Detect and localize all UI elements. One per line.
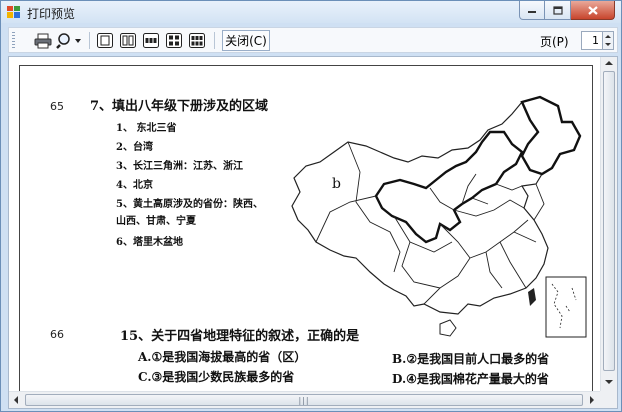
two-pages-button[interactable] <box>118 31 138 50</box>
four-pages-button[interactable] <box>164 31 184 50</box>
magnifier-icon <box>56 32 81 49</box>
zoom-button[interactable] <box>55 31 85 50</box>
horizontal-scrollbar[interactable]: ||| <box>9 391 601 408</box>
three-pages-icon <box>143 33 159 48</box>
maximize-icon <box>552 5 563 15</box>
minimize-icon <box>528 11 536 13</box>
two-pages-icon <box>120 33 136 48</box>
scroll-corner <box>600 391 617 408</box>
close-preview-button[interactable]: 关闭(C) <box>222 30 270 51</box>
list-item: 3、长江三角洲：江苏、浙江 <box>116 161 243 172</box>
page-spinner[interactable] <box>603 31 614 50</box>
page-label: 页(P) <box>540 35 569 49</box>
one-page-button[interactable] <box>95 31 115 50</box>
six-pages-icon <box>189 33 205 48</box>
toolbar-separator <box>214 32 215 49</box>
horizontal-scroll-thumb[interactable]: ||| <box>25 394 583 406</box>
minimize-button[interactable] <box>519 1 545 20</box>
title-bar[interactable]: 打印预览 <box>1 1 621 23</box>
print-preview-window: 打印预览 关闭(C) 页(P) 1 65 7、填出八年级下册涉及的区域 1、 东… <box>0 0 622 412</box>
option-a: A.①是我国海拔最高的省（区） <box>138 350 307 364</box>
scroll-left-icon[interactable] <box>14 396 18 404</box>
caption-buttons <box>519 1 615 20</box>
list-item: 6、塔里木盆地 <box>116 237 183 248</box>
vertical-scrollbar[interactable] <box>600 57 617 392</box>
preview-page: 65 7、填出八年级下册涉及的区域 1、 东北三省 2、台湾 3、长江三角洲：江… <box>19 65 593 395</box>
preview-area[interactable]: 65 7、填出八年级下册涉及的区域 1、 东北三省 2、台湾 3、长江三角洲：江… <box>8 56 618 409</box>
option-c: C.③是我国少数民族最多的省 <box>138 370 295 384</box>
three-pages-button[interactable] <box>141 31 161 50</box>
question-title: 7、填出八年级下册涉及的区域 <box>90 99 269 114</box>
print-button[interactable] <box>32 31 54 50</box>
map-label: b <box>332 176 341 192</box>
printer-icon <box>34 33 52 48</box>
spin-up-icon[interactable] <box>605 35 611 38</box>
window-title: 打印预览 <box>27 7 76 21</box>
six-pages-button[interactable] <box>187 31 207 50</box>
list-item: 5、黄土高原涉及的省份：陕西、 <box>116 199 263 210</box>
thumb-grip: ||| <box>298 396 310 405</box>
scroll-up-icon[interactable] <box>605 61 613 65</box>
scroll-right-icon[interactable] <box>590 396 594 404</box>
one-page-icon <box>97 33 113 48</box>
spin-down-icon[interactable] <box>605 43 611 46</box>
close-window-button[interactable] <box>571 1 615 20</box>
china-map: b <box>291 95 587 338</box>
app-icon <box>7 6 20 18</box>
close-icon <box>587 5 598 15</box>
toolbar-separator <box>89 32 90 49</box>
four-pages-icon <box>166 33 182 48</box>
vertical-scroll-thumb[interactable] <box>603 71 615 371</box>
toolbar-grip[interactable] <box>12 32 15 48</box>
question-number: 66 <box>50 328 64 341</box>
maximize-button[interactable] <box>545 1 571 20</box>
scroll-down-icon[interactable] <box>605 380 613 384</box>
question-number: 65 <box>50 100 64 113</box>
list-item: 1、 东北三省 <box>116 123 177 134</box>
toolbar: 关闭(C) 页(P) 1 <box>8 27 618 53</box>
question-title: 15、关于四省地理特征的叙述，正确的是 <box>120 329 360 344</box>
page-number-input[interactable]: 1 <box>581 31 603 50</box>
option-d: D.④是我国棉花产量最大的省 <box>392 372 549 386</box>
list-item: 山西、甘肃、宁夏 <box>116 216 196 227</box>
list-item: 4、北京 <box>116 180 153 191</box>
option-b: B.②是我国目前人口最多的省 <box>392 352 550 366</box>
list-item: 2、台湾 <box>116 142 153 153</box>
